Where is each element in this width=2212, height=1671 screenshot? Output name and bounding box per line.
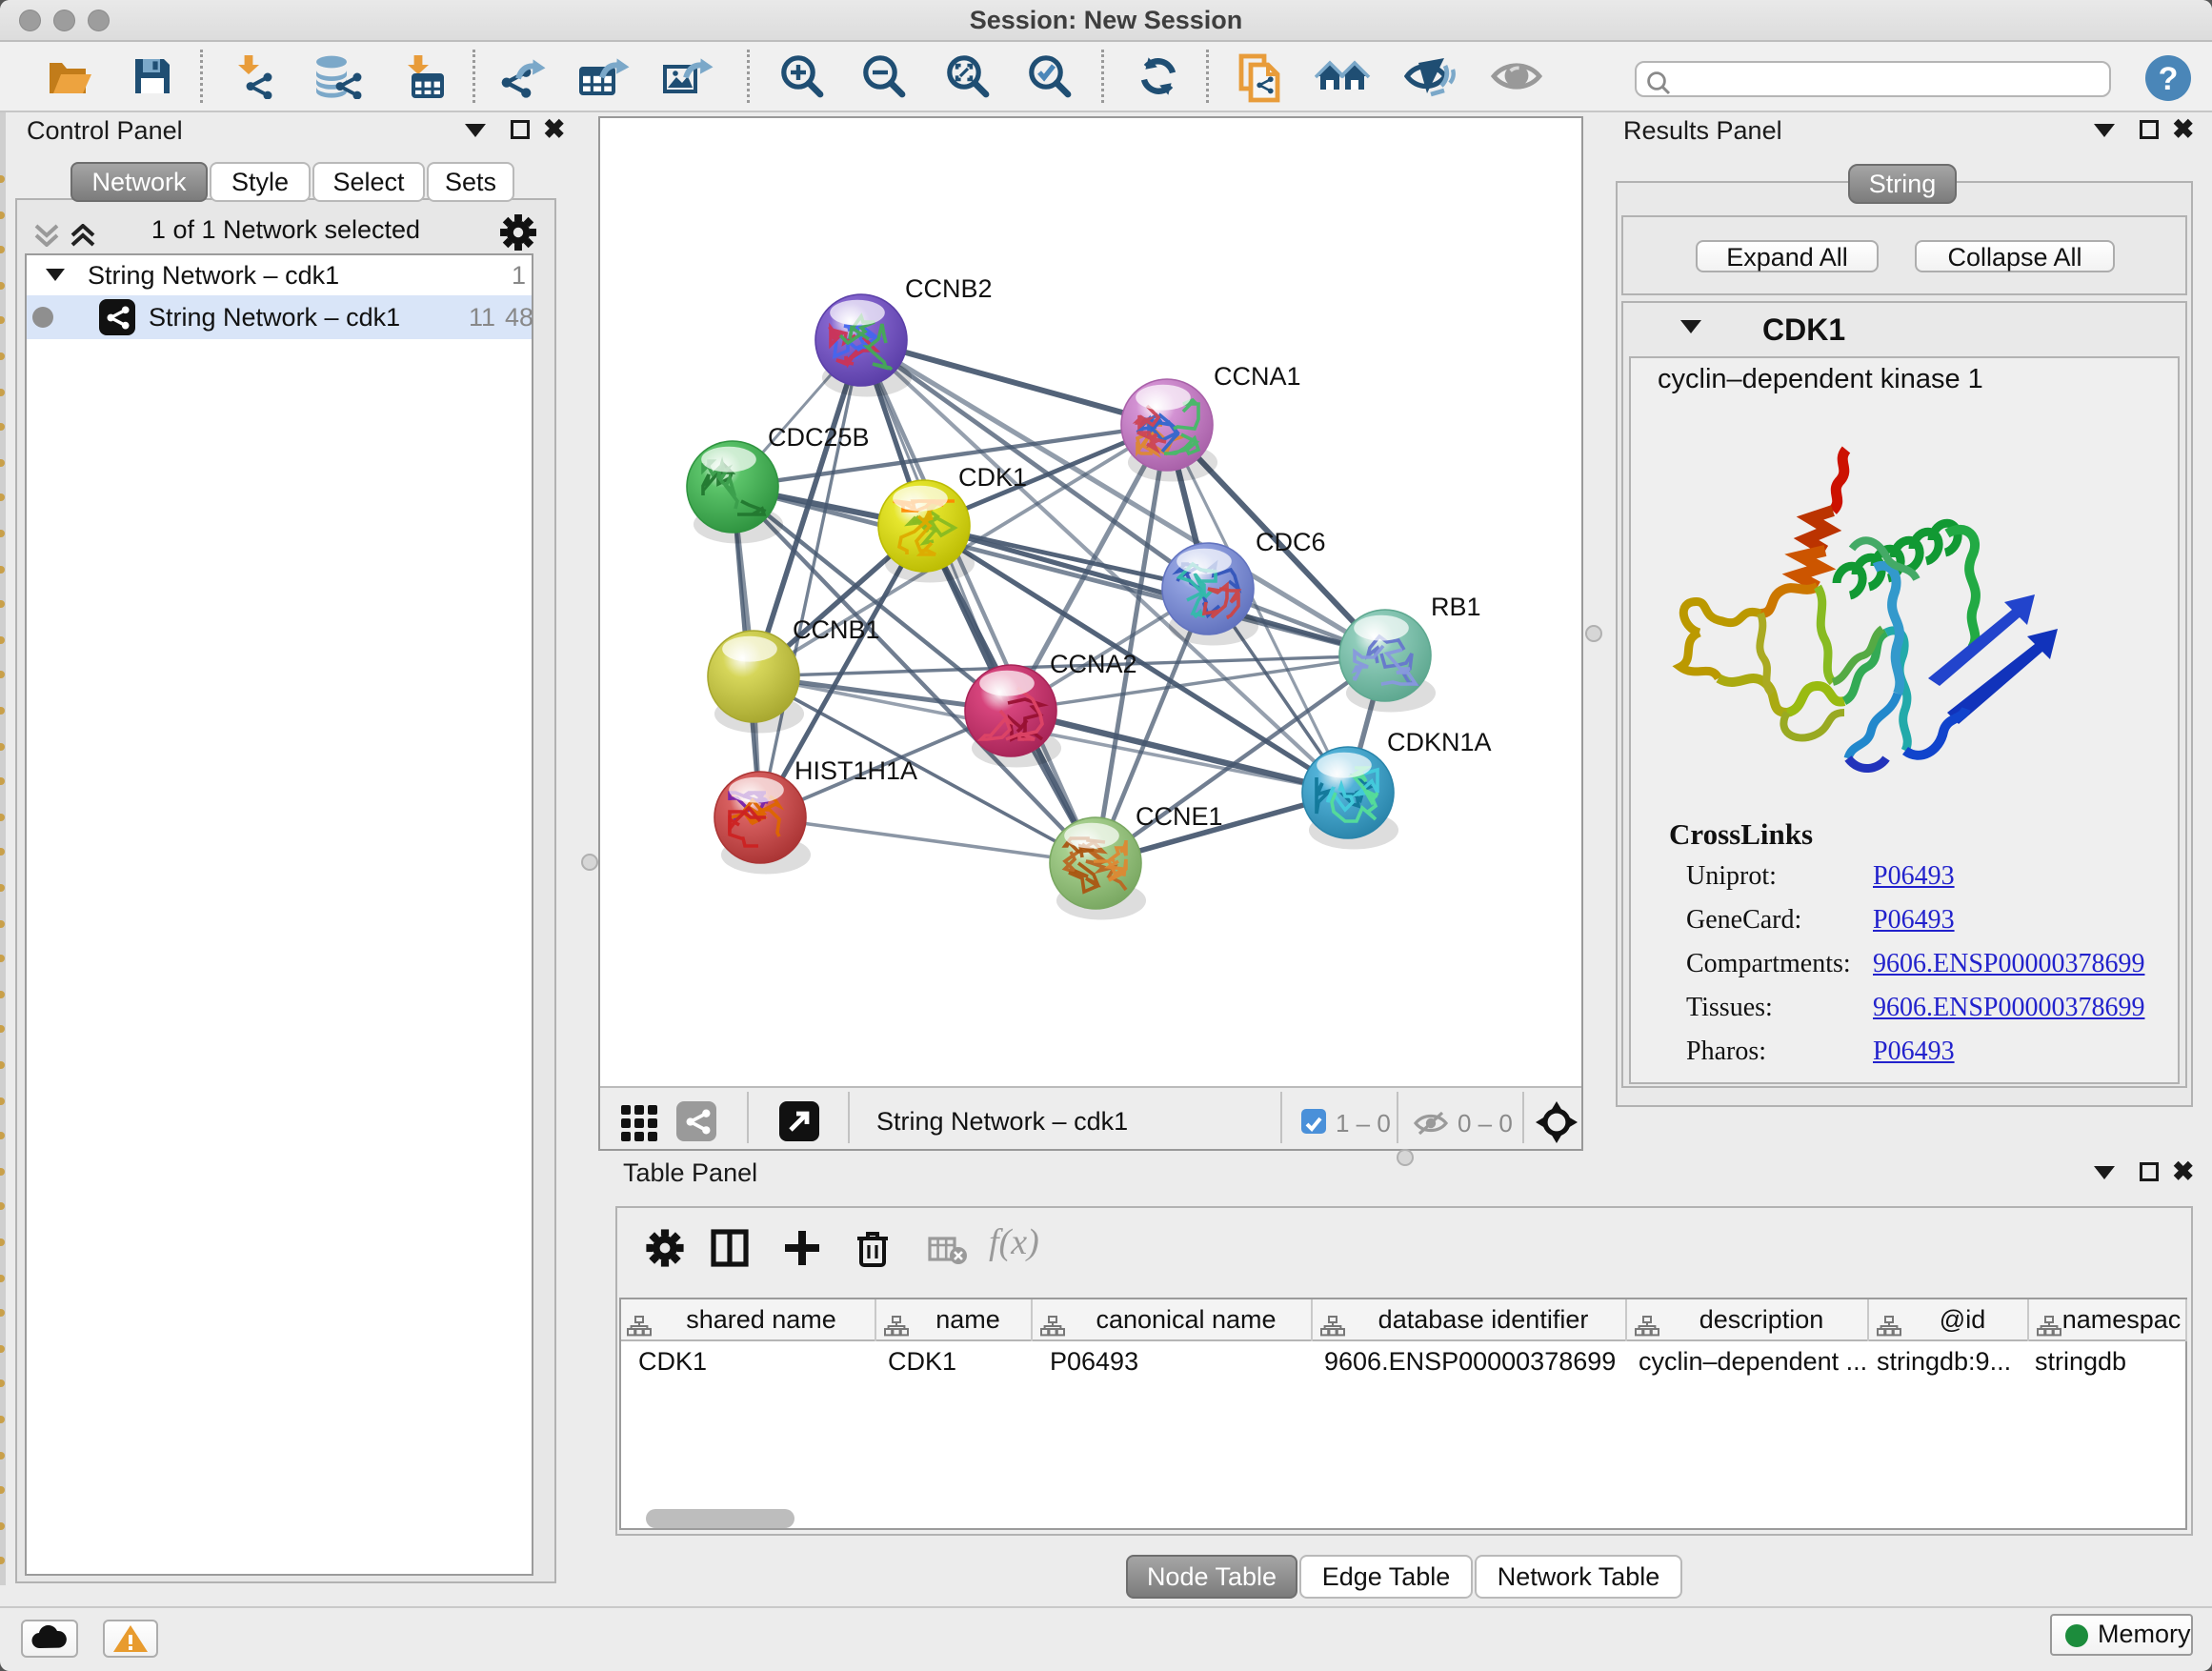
- svg-text:RB1: RB1: [1431, 593, 1481, 621]
- svg-text:CCNE1: CCNE1: [1136, 802, 1223, 831]
- svg-text:HIST1H1A: HIST1H1A: [794, 756, 917, 785]
- svg-text:CDC25B: CDC25B: [768, 423, 870, 452]
- svg-text:CCNB2: CCNB2: [905, 274, 993, 303]
- svg-text:CCNB1: CCNB1: [793, 615, 880, 644]
- svg-text:CCNA2: CCNA2: [1050, 650, 1137, 678]
- svg-text:?: ?: [2159, 61, 2179, 97]
- svg-text:CCNA1: CCNA1: [1214, 362, 1301, 391]
- svg-text:CDKN1A: CDKN1A: [1387, 728, 1492, 756]
- svg-text:CDK1: CDK1: [958, 463, 1027, 492]
- svg-text:CDC6: CDC6: [1256, 528, 1326, 556]
